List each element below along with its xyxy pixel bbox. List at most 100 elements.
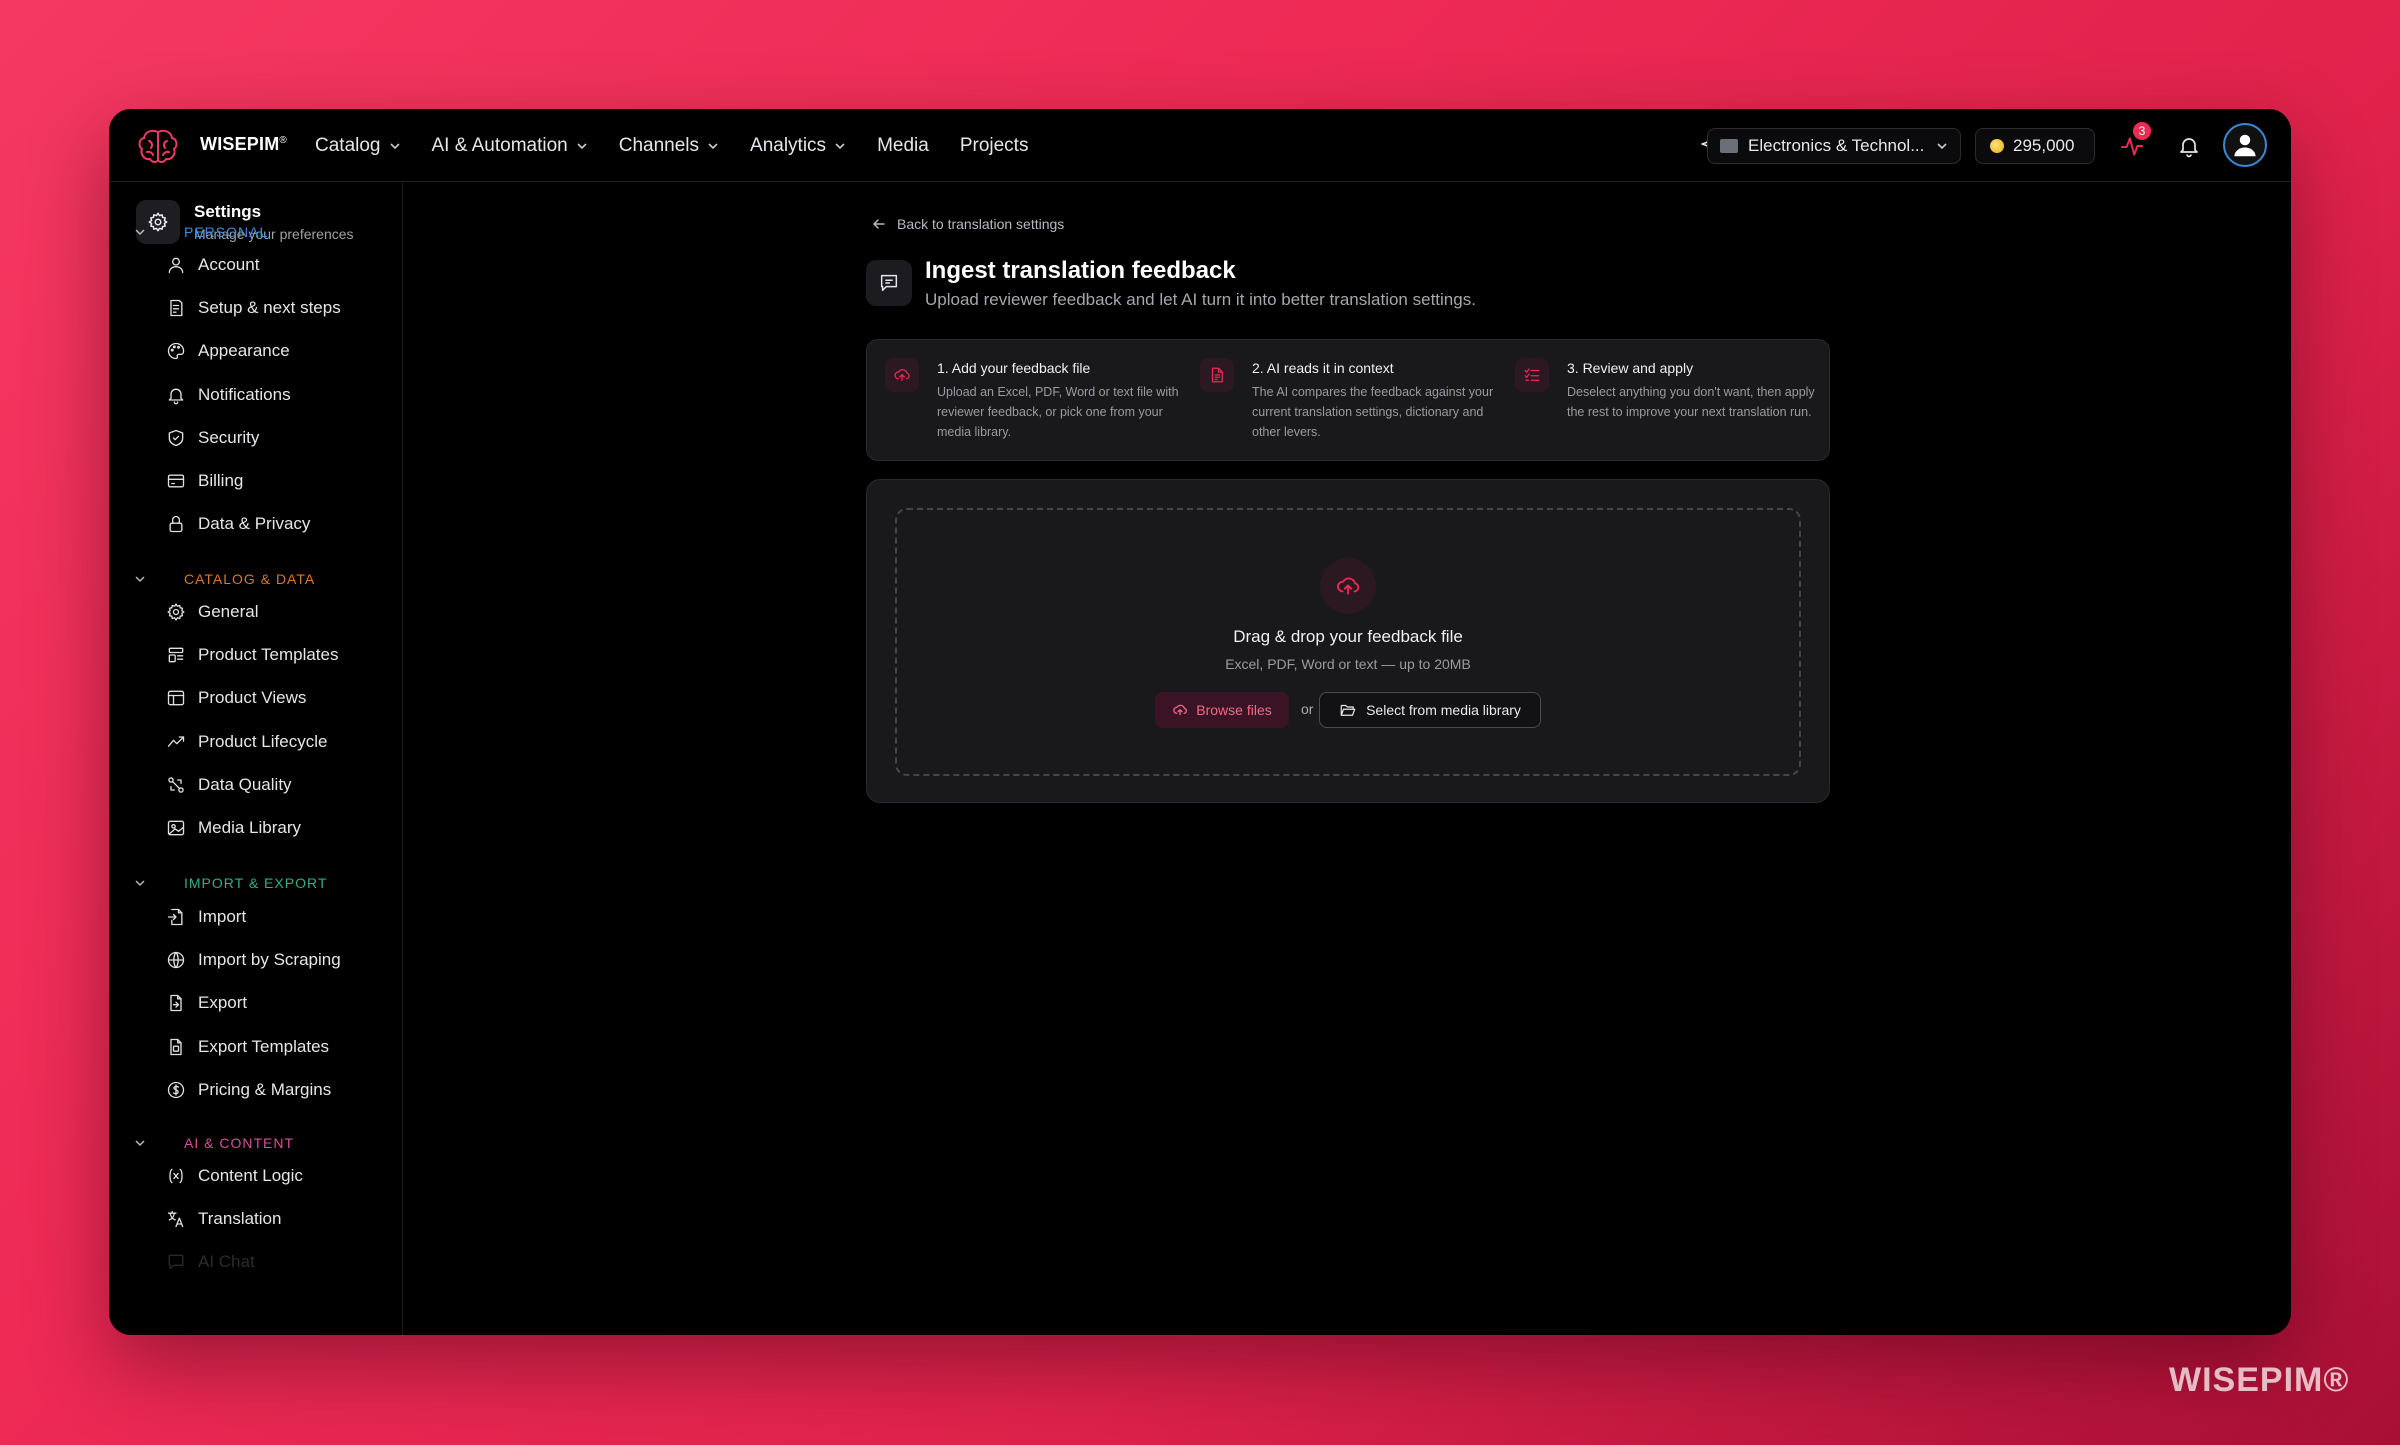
brand-name[interactable]: WISEPIM® — [200, 134, 287, 155]
credits-value: 295,000 — [2013, 136, 2075, 155]
sidebar-item-label: Product Views — [198, 688, 307, 708]
file-export-icon — [170, 995, 182, 1012]
chevron-down-icon — [1937, 143, 1947, 150]
user-icon — [168, 257, 184, 274]
table-icon — [167, 691, 185, 706]
palette-icon — [167, 343, 185, 360]
bell-icon[interactable] — [2174, 131, 2204, 161]
nav-label: AI & Automation — [431, 134, 568, 156]
sidebar-item-label: Media Library — [198, 818, 301, 837]
chevron-down-icon — [135, 880, 145, 887]
upload-card: Drag & drop your feedback file Excel, PD… — [866, 479, 1830, 803]
chevron-down-icon — [135, 1140, 145, 1147]
select-media-library-button[interactable]: Select from media library — [1319, 692, 1541, 728]
nav-catalog[interactable]: Catalog — [315, 135, 401, 157]
sidebar-item-product-lifecycle[interactable]: Product Lifecycle — [166, 732, 327, 752]
nav-projects[interactable]: Projects — [960, 135, 1029, 157]
sidebar-item-product-templates[interactable]: Product Templates — [166, 645, 338, 665]
nav-label: Catalog — [315, 134, 381, 156]
page-subtitle: Upload reviewer feedback and let AI turn… — [925, 290, 1476, 309]
sidebar-item-label: AI Chat — [198, 1252, 255, 1272]
steps-card: 1. Add your feedback file Upload an Excel… — [866, 339, 1830, 461]
brain-logo-icon[interactable] — [137, 127, 179, 165]
sidebar-item-label: Export — [198, 993, 248, 1013]
nav-media[interactable]: Media — [877, 135, 929, 157]
globe-icon — [167, 952, 185, 969]
page-title: Ingest translation feedback — [925, 257, 1236, 284]
sidebar-item-import[interactable]: Import — [166, 907, 246, 927]
template-icon — [168, 647, 184, 663]
settings-sidebar: Settings Manage your preferences PERSONA… — [109, 182, 403, 1335]
sidebar-item-label: Import by Scraping — [198, 950, 341, 970]
sidebar-item-billing[interactable]: Billing — [166, 471, 243, 491]
sidebar-item-pricing-margins[interactable]: Pricing & Margins — [166, 1080, 331, 1100]
sidebar-item-label: Product Templates — [198, 645, 339, 665]
upload-cloud-icon — [1320, 558, 1376, 614]
step-description: The AI compares the feedback against you… — [1252, 385, 1494, 439]
sidebar-item-appearance[interactable]: Appearance — [166, 341, 290, 361]
list-check-icon — [1515, 358, 1549, 392]
sidebar-item-label: Account — [198, 255, 260, 274]
browse-files-button[interactable]: Browse files — [1155, 692, 1289, 728]
nav-label: Media — [877, 134, 929, 156]
sidebar-item-label: Product Lifecycle — [198, 731, 328, 751]
upload-cloud-icon — [1173, 704, 1188, 716]
sidebar-item-media-library[interactable]: Media Library — [166, 818, 301, 838]
sidebar-section-catalog-data[interactable]: CATALOG & DATA — [109, 569, 402, 589]
sidebar-item-label: Notifications — [198, 384, 291, 404]
sidebar-item-content-logic[interactable]: Content Logic — [166, 1166, 303, 1186]
section-label: AI & CONTENT — [184, 1135, 295, 1151]
document-icon — [1200, 358, 1234, 392]
nav-label: Channels — [618, 134, 700, 156]
workspace-select[interactable]: Electronics & Technol... — [1707, 128, 1961, 164]
step-title: 1. Add your feedback file — [937, 360, 1091, 376]
sidebar-item-label: Billing — [198, 471, 244, 490]
sidebar-item-ai-chat[interactable]: AI Chat — [166, 1252, 255, 1272]
nav-ai-automation[interactable]: AI & Automation — [432, 135, 588, 157]
chevron-down-icon — [835, 142, 845, 149]
bell-icon — [168, 388, 184, 404]
sidebar-item-general[interactable]: General — [166, 602, 258, 622]
top-bar: WISEPIM® Catalog AI & Automation Channels A… — [109, 109, 2291, 182]
sidebar-item-account[interactable]: Account — [166, 255, 259, 275]
nav-analytics[interactable]: Analytics — [750, 135, 846, 157]
sidebar-section-ai-content[interactable]: AI & CONTENT — [109, 1133, 402, 1153]
sidebar-item-label: Content Logic — [198, 1166, 303, 1185]
sidebar-item-import-by-scraping[interactable]: Import by Scraping — [166, 950, 341, 970]
lock-icon — [169, 516, 183, 533]
dollar-icon — [167, 1081, 185, 1098]
upload-cloud-icon — [885, 358, 919, 392]
sidebar-item-label: Import — [198, 907, 247, 926]
sidebar-item-export-templates[interactable]: Export Templates — [166, 1037, 329, 1057]
sidebar-item-data-privacy[interactable]: Data & Privacy — [166, 514, 310, 534]
back-link[interactable]: Back to translation settings — [871, 216, 1064, 232]
sidebar-item-label: Translation — [198, 1209, 282, 1229]
shield-icon — [168, 429, 184, 446]
variable-icon — [169, 1168, 183, 1184]
step-description: Deselect anything you don't want, then a… — [1567, 385, 1815, 419]
sidebar-item-export[interactable]: Export — [166, 993, 247, 1013]
file-dropzone[interactable]: Drag & drop your feedback file Excel, PD… — [895, 508, 1801, 776]
credit-card-icon — [167, 474, 185, 488]
chevron-down-icon — [577, 142, 587, 149]
arrow-left-icon — [873, 219, 885, 229]
workspace-flag-icon — [1720, 139, 1738, 153]
chevron-down-icon — [708, 142, 718, 149]
step-title: 2. AI reads it in context — [1252, 360, 1394, 376]
sidebar-item-translation[interactable]: Translation — [166, 1209, 281, 1229]
sidebar-item-product-views[interactable]: Product Views — [166, 688, 306, 708]
sidebar-item-security[interactable]: Security — [166, 428, 259, 448]
user-avatar[interactable] — [2223, 123, 2267, 167]
sidebar-section-personal[interactable]: PERSONAL — [109, 222, 402, 242]
main-nav: Catalog AI & Automation Channels Analytics M… — [315, 109, 1059, 182]
credits-balance[interactable]: 295,000 — [1975, 128, 2095, 164]
sidebar-item-notifications[interactable]: Notifications — [166, 385, 291, 405]
sidebar-item-setup-next-steps[interactable]: Setup & next steps — [166, 298, 341, 318]
sidebar-item-data-quality[interactable]: Data Quality — [166, 775, 292, 795]
settings-title: Settings — [194, 202, 262, 221]
file-import-icon — [167, 908, 183, 926]
step-description: Upload an Excel, PDF, Word or text file … — [937, 385, 1179, 439]
sidebar-section-import-export[interactable]: IMPORT & EXPORT — [109, 873, 402, 893]
image-icon — [167, 820, 185, 836]
nav-channels[interactable]: Channels — [619, 135, 719, 157]
